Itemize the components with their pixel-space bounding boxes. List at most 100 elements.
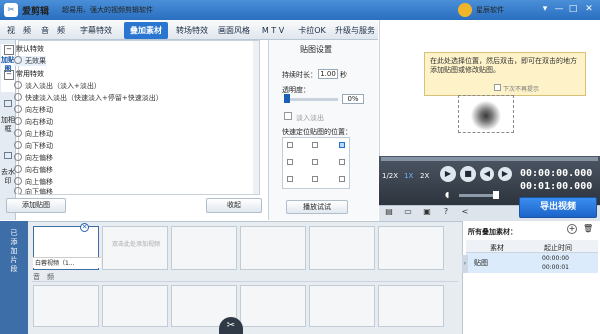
current-time: 00:00:00.000 [520,168,593,179]
position-middle-right[interactable] [339,159,345,165]
effect-item[interactable]: 向上移动 [14,129,53,139]
position-middle-left[interactable] [287,159,293,165]
clip-slot[interactable] [33,285,99,327]
dont-show-checkbox[interactable] [494,84,501,91]
video-clip-slot[interactable] [309,226,375,270]
effect-item[interactable]: 淡入淡出（淡入+淡出） [14,81,101,91]
effect-item[interactable]: 向下移动 [14,141,53,151]
add-video-hint: 双击此处添加视频 [111,241,160,248]
image-icon[interactable]: ▣ [422,207,432,217]
opacity-slider-handle[interactable] [284,94,290,103]
maximize-button[interactable]: □ [566,3,580,16]
share-icon[interactable]: < [460,207,470,217]
tab-mtv[interactable]: M T V [256,22,290,39]
tab-subtitle-effects[interactable]: 字幕特效 [74,22,118,39]
tab-video[interactable]: 视 频 [4,22,34,39]
add-overlay-icon[interactable]: + [567,224,577,234]
delete-overlay-icon[interactable]: 🗑 [583,224,593,234]
tab-karaoke[interactable]: 卡拉OK [292,22,332,39]
effect-group-default[interactable]: 默认特效 [4,44,44,54]
app-logo-icon: ✂ [4,3,18,17]
effect-item[interactable]: 向左偏移 [14,153,53,163]
duration-input[interactable]: 1.00 [318,69,338,79]
collapse-arrow-icon[interactable]: › [462,255,468,273]
video-clip-slot[interactable] [378,226,444,270]
clip-slot[interactable] [378,285,444,327]
effect-item[interactable]: 快速淡入淡出（快速淡入+停留+快速淡出） [14,93,163,103]
effects-scrollbar[interactable] [253,41,259,194]
effect-item[interactable]: 向右移动 [14,117,53,127]
side-tab-remove-watermark[interactable]: 去水印 [1,156,15,202]
step-forward-icon[interactable]: ▶ [498,167,512,181]
row-material-name: 贴图 [474,259,488,267]
tab-transition-effects[interactable]: 转场特效 [170,22,214,39]
tab-picture-style[interactable]: 画面风格 [212,22,256,39]
fade-checkbox[interactable] [284,112,292,120]
tab-audio[interactable]: 音 频 [38,22,68,39]
sticker-preview-image[interactable] [458,95,514,133]
effect-item[interactable]: 向右偏移 [14,165,53,175]
step-back-icon[interactable]: ◀ [480,167,494,181]
tab-overlay-material[interactable]: 叠加素材 [124,22,168,39]
total-time: 00:01:00.000 [520,181,593,192]
effect-group-common[interactable]: 常用特效 [4,69,44,79]
video-clip-label: 白蓉视频（1... [33,257,101,268]
position-center[interactable] [312,159,318,165]
help-icon[interactable]: ? [441,207,451,217]
effect-item[interactable]: 向下偏移 [14,187,53,194]
tab-upgrade-service[interactable]: 升级与服务 [332,22,378,39]
overlay-list-title: 所有叠加素材： [468,228,517,236]
opacity-slider[interactable] [284,98,338,101]
collect-button[interactable]: 收起 [206,198,262,213]
overlay-list-row[interactable]: 贴图 00:00:00 00:00:01 [466,253,598,273]
overlay-list-header: 素材 起止时间 [466,240,598,253]
clip-close-icon[interactable]: ✕ [80,223,89,232]
position-bottom-center[interactable] [312,176,318,182]
settings-title: 贴图设置 [300,45,332,54]
volume-slider-handle[interactable] [493,191,499,199]
preview-effect-button[interactable]: 播放试试 [286,200,348,214]
menu-dropdown-button[interactable]: ▾ [538,3,552,16]
add-sticker-button[interactable]: 添加贴图 [6,198,66,213]
position-top-right[interactable] [339,142,345,148]
side-tab-add-frame[interactable]: 加相框 [1,104,15,150]
scissors-icon[interactable]: ✂ [219,317,243,334]
export-video-button[interactable]: 导出视频 [519,197,597,218]
opacity-value[interactable]: 0% [342,94,364,104]
snapshot-icon[interactable]: ▤ [384,207,394,217]
effects-list [18,40,260,195]
position-label: 快速定位贴图的位置： [282,128,352,136]
video-clip-slot[interactable] [171,226,237,270]
position-bottom-right[interactable] [339,176,345,182]
play-icon[interactable]: ▶ [440,166,456,182]
close-button[interactable]: ✕ [582,3,596,16]
col-material: 素材 [490,244,504,252]
dont-show-label: 下次不再提示 [503,86,540,93]
speed-double[interactable]: 2X [420,172,429,180]
clip-slot[interactable] [102,285,168,327]
duration-unit: 秒 [340,71,347,79]
speed-half[interactable]: 1/2X [382,172,398,180]
progress-bar[interactable] [381,157,598,161]
vip-crown-icon[interactable] [458,3,472,17]
effect-item[interactable]: 向左移动 [14,105,53,115]
effect-item[interactable]: 无效果 [14,56,46,66]
position-top-center[interactable] [312,142,318,148]
speed-normal[interactable]: 1X [404,172,413,180]
fade-label: 淡入淡出 [296,114,324,122]
audio-track[interactable] [32,272,458,282]
volume-icon[interactable]: ◖ [445,190,455,200]
position-bottom-left[interactable] [287,176,293,182]
overlay-list-panel [462,221,600,334]
position-top-left[interactable] [287,142,293,148]
video-clip-slot[interactable] [240,226,306,270]
clip-slot[interactable] [309,285,375,327]
minimize-button[interactable]: — [552,3,566,16]
stop-icon[interactable]: ■ [460,166,476,182]
effect-item[interactable]: 向上偏移 [14,177,53,187]
folder-icon[interactable]: ▭ [403,207,413,217]
vip-label[interactable]: 星辰软件 [476,5,504,15]
row-start-time: 00:00:00 [542,255,569,262]
row-end-time: 00:00:01 [542,264,569,271]
clip-slot[interactable] [240,285,306,327]
